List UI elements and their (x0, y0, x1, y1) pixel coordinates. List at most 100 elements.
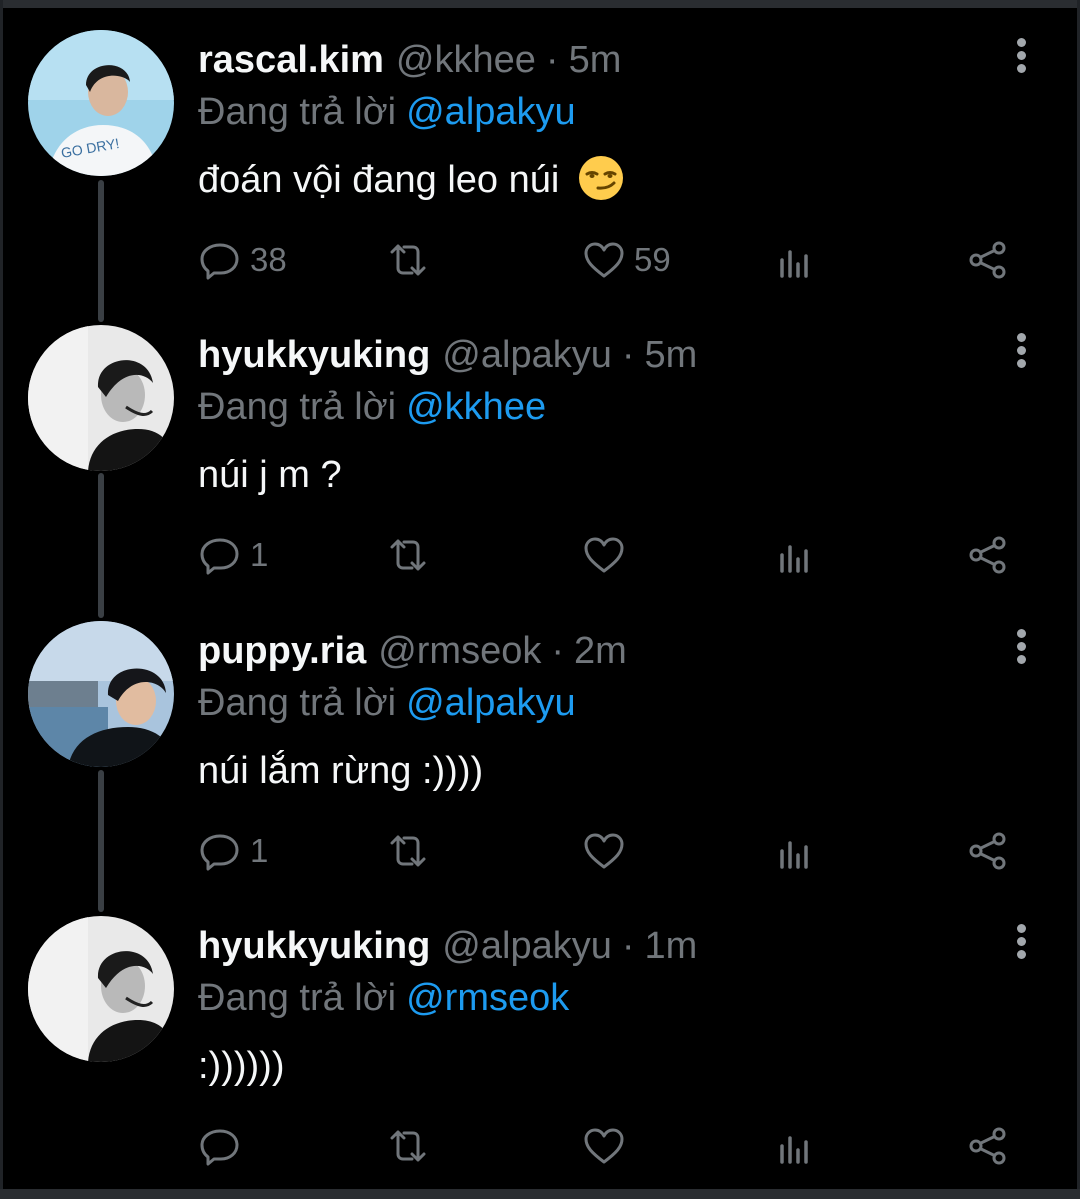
more-options-icon[interactable] (1008, 924, 1034, 964)
action-bar: 1 (0, 826, 1080, 876)
reply-icon (200, 538, 239, 575)
replying-to: Đang trả lời @alpakyu (198, 82, 576, 142)
analytics-button[interactable] (774, 235, 818, 285)
reply-button[interactable]: 1 (198, 826, 268, 876)
timestamp[interactable]: 1m (645, 916, 698, 976)
heart-icon (584, 537, 624, 573)
username[interactable]: @alpakyu (442, 916, 612, 976)
tweet[interactable]: hyukkyuking @alpakyu · 1m Đang trả lời @r… (0, 916, 1080, 1199)
analytics-button[interactable] (774, 826, 818, 876)
replying-to: Đang trả lời @alpakyu (198, 673, 576, 733)
heart-icon (584, 1128, 624, 1164)
separator-dot: · (621, 925, 635, 967)
retweet-button[interactable] (386, 235, 438, 285)
replying-to-label: Đang trả lời (198, 91, 397, 133)
share-button[interactable] (966, 530, 1010, 580)
action-bar (0, 1121, 1080, 1171)
timestamp[interactable]: 2m (574, 621, 627, 681)
reply-button[interactable]: 38 (198, 235, 287, 285)
retweet-button[interactable] (386, 826, 438, 876)
like-button[interactable] (582, 826, 634, 876)
tweet[interactable]: hyukkyuking @alpakyu · 5m Đang trả lời @k… (0, 325, 1080, 620)
tweet[interactable]: puppy.ria @rmseok · 2m Đang trả lời @alpa… (0, 621, 1080, 916)
replying-to: Đang trả lời @kkhee (198, 377, 546, 437)
reply-icon (200, 834, 239, 871)
share-button[interactable] (966, 235, 1010, 285)
action-bar: 38 59 (0, 235, 1080, 285)
separator-dot: · (545, 39, 559, 81)
share-icon (969, 241, 1006, 279)
tweet-header: rascal.kim @kkhee · 5m (198, 30, 621, 90)
like-button[interactable] (582, 1121, 634, 1171)
retweet-button[interactable] (386, 1121, 438, 1171)
tweet-text: núi j m ? (198, 445, 342, 505)
retweet-icon (390, 539, 426, 571)
analytics-icon (780, 250, 808, 278)
username[interactable]: @kkhee (396, 30, 536, 90)
replying-to-link[interactable]: @alpakyu (406, 682, 576, 724)
display-name[interactable]: hyukkyuking (198, 916, 430, 976)
username[interactable]: @alpakyu (442, 325, 612, 385)
share-icon (969, 1127, 1006, 1165)
analytics-icon (780, 545, 808, 573)
retweet-button[interactable] (386, 530, 438, 580)
tweet-header: hyukkyuking @alpakyu · 5m (198, 325, 697, 385)
display-name[interactable]: hyukkyuking (198, 325, 430, 385)
tweet-text-content: :)))))) (198, 1045, 285, 1087)
analytics-button[interactable] (774, 1121, 818, 1171)
more-options-icon[interactable] (1008, 38, 1034, 78)
reply-icon (200, 243, 239, 280)
analytics-icon (780, 841, 808, 869)
reply-button[interactable] (198, 1121, 250, 1171)
avatar-photo-icon (28, 325, 174, 471)
replying-to-link[interactable]: @rmseok (406, 977, 569, 1019)
top-border (0, 0, 1080, 8)
tweet-header: puppy.ria @rmseok · 2m (198, 621, 627, 681)
share-icon (969, 536, 1006, 574)
separator-dot: · (621, 334, 635, 376)
like-button[interactable]: 59 (582, 235, 671, 285)
reply-count: 38 (250, 241, 287, 278)
analytics-icon (780, 1136, 808, 1164)
tweet-text: :)))))) (198, 1036, 284, 1096)
display-name[interactable]: puppy.ria (198, 621, 366, 681)
analytics-button[interactable] (774, 530, 818, 580)
smirking-face-icon (578, 156, 623, 200)
avatar-photo-icon (28, 916, 174, 1062)
username[interactable]: @rmseok (378, 621, 541, 681)
share-button[interactable] (966, 826, 1010, 876)
replying-to-label: Đang trả lời (198, 682, 397, 724)
timestamp[interactable]: 5m (569, 30, 622, 90)
reply-count: 1 (250, 832, 269, 869)
heart-icon (584, 833, 624, 869)
replying-to-link[interactable]: @kkhee (406, 386, 546, 428)
bottom-border (0, 1189, 1080, 1199)
avatar-photo-icon (28, 621, 174, 767)
reply-button[interactable]: 1 (198, 530, 268, 580)
action-bar: 1 (0, 530, 1080, 580)
replying-to-label: Đang trả lời (198, 977, 397, 1019)
share-button[interactable] (966, 1121, 1010, 1171)
retweet-icon (390, 835, 426, 867)
timestamp[interactable]: 5m (645, 325, 698, 385)
avatar[interactable] (28, 916, 174, 1062)
replying-to: Đang trả lời @rmseok (198, 968, 569, 1028)
tweet-text: đoán vội đang leo núi (198, 150, 624, 210)
more-options-icon[interactable] (1008, 333, 1034, 373)
avatar[interactable]: GO DRY! (28, 30, 174, 176)
tweet[interactable]: GO DRY! rascal.kim @kkhee · 5m Đang trả … (0, 30, 1080, 325)
tweet-text-content: đoán vội đang leo núi (198, 159, 560, 201)
tweet-header: hyukkyuking @alpakyu · 1m (198, 916, 697, 976)
tweet-text-content: núi lắm rừng :)))) (198, 750, 484, 792)
replying-to-link[interactable]: @alpakyu (406, 91, 576, 133)
avatar[interactable] (28, 325, 174, 471)
avatar[interactable] (28, 621, 174, 767)
reply-icon (200, 1129, 239, 1166)
more-options-icon[interactable] (1008, 629, 1034, 669)
separator-dot: · (551, 630, 565, 672)
like-button[interactable] (582, 530, 634, 580)
share-icon (969, 832, 1006, 870)
display-name[interactable]: rascal.kim (198, 30, 384, 90)
like-count: 59 (634, 241, 671, 278)
reply-count: 1 (250, 536, 269, 573)
